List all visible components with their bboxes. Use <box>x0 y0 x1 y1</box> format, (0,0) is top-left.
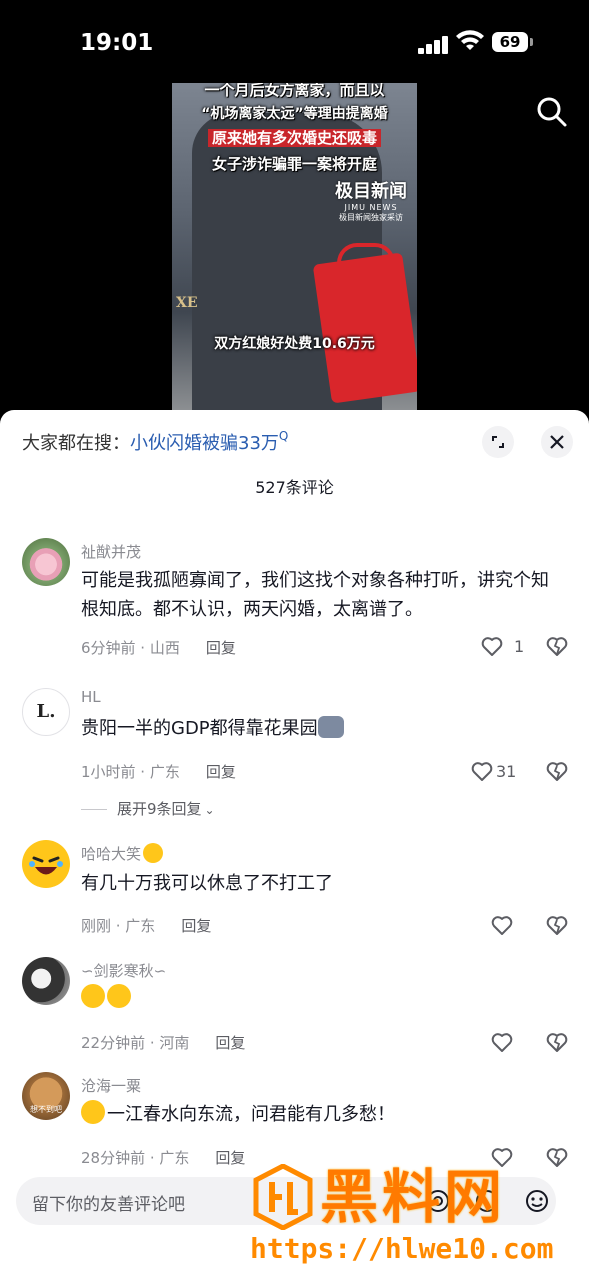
avatar[interactable] <box>22 957 70 1005</box>
heart-icon <box>471 762 493 781</box>
comment-text: 可能是我孤陋寡闻了，我们这找个对象各种打听，讲究个知根知底。都不认识，两天闪婚，… <box>81 570 549 620</box>
dislike-icon[interactable] <box>545 635 569 659</box>
comment-username-text: 哈哈大笑 <box>81 845 142 863</box>
reply-button[interactable]: 回复 <box>181 917 211 935</box>
comment-username[interactable]: HL <box>81 688 101 706</box>
video-brand-logo: 极目新闻 JIMU NEWS 极目新闻独家采访 <box>330 181 412 223</box>
avatar[interactable]: 想不到吧 <box>22 1072 70 1120</box>
close-button[interactable] <box>541 426 573 458</box>
grin-emoji-icon <box>143 843 164 863</box>
watermark-logo-icon <box>253 1164 313 1230</box>
laughing-face-icon <box>29 856 63 875</box>
reply-button[interactable]: 回复 <box>215 1034 245 1052</box>
video-caption-3-wrap: 原来她有多次婚史还吸毒 <box>172 127 417 149</box>
reply-button[interactable]: 回复 <box>206 763 236 781</box>
comment-time-location: 1小时前 · 广东 <box>81 763 180 781</box>
hot-search[interactable]: 大家都在搜：小伙闪婚被骗33万Q <box>22 429 288 455</box>
video-frame-bag <box>312 252 417 404</box>
like-count: 1 <box>514 637 525 656</box>
comment-meta: 28分钟前 · 广东 回复 <box>81 1147 245 1168</box>
watermark-url: https://hlwe10.com <box>250 1232 554 1265</box>
close-icon <box>550 435 564 449</box>
crying-laughing-emoji-icon <box>81 1100 105 1124</box>
video-caption-2: “机场离家太远”等理由提离婚 <box>201 106 388 122</box>
video-caption-1: 一个月后女方离家，而且以 <box>204 83 385 99</box>
comment-meta: 6分钟前 · 山西 回复 <box>81 637 236 658</box>
hot-search-q-icon: Q <box>278 429 289 443</box>
expand-replies-label: 展开9条回复 <box>117 800 202 818</box>
battery-tip <box>530 38 533 46</box>
dislike-icon[interactable] <box>545 1031 569 1055</box>
comment-time-location: 28分钟前 · 广东 <box>81 1149 190 1167</box>
comment-username[interactable]: 沧海一粟 <box>81 1075 141 1096</box>
like-button[interactable]: 31 <box>470 760 530 784</box>
heart-icon <box>481 637 503 656</box>
comment-text-body: 贵阳一半的GDP都得靠花果园 <box>81 718 318 739</box>
comment-input-placeholder: 留下你的友善评论吧 <box>32 1195 185 1215</box>
husky-emoji-icon <box>317 716 344 738</box>
crying-laughing-emoji-icon <box>81 984 105 1008</box>
comment-text <box>81 984 561 1013</box>
hot-search-keyword[interactable]: 小伙闪婚被骗33万 <box>130 433 279 454</box>
comment-meta: 刚刚 · 广东 回复 <box>81 915 211 936</box>
avatar[interactable] <box>22 840 70 888</box>
comment-time-location: 6分钟前 · 山西 <box>81 639 180 657</box>
divider <box>81 809 107 810</box>
video-fee-caption: 双方红娘好处费10.6万元 <box>214 336 375 352</box>
watermark: 黑料网 https://hlwe10.com <box>250 1160 585 1280</box>
crying-laughing-emoji-icon <box>107 984 131 1008</box>
watermark-title: 黑料网 <box>320 1163 507 1231</box>
comment-meta: 22分钟前 · 河南 回复 <box>81 1032 245 1053</box>
video-caption-3: 原来她有多次婚史还吸毒 <box>207 129 381 147</box>
comment-text: 贵阳一半的GDP都得靠花果园 <box>81 714 561 743</box>
heart-icon <box>491 1033 513 1052</box>
avatar-text: 想不到吧 <box>30 1105 62 1114</box>
like-count: 31 <box>496 762 517 781</box>
wind-deco-icon: ∽ <box>153 962 167 980</box>
hot-search-prefix: 大家都在搜： <box>22 433 130 454</box>
comment-username[interactable]: ∽剑影寒秋∽ <box>81 960 166 981</box>
dislike-icon[interactable] <box>545 760 569 784</box>
video-caption-4: 女子涉诈骗罪一案将开庭 <box>211 155 377 173</box>
expand-icon <box>492 436 504 448</box>
comment-username-text: 剑影寒秋 <box>93 962 154 980</box>
reply-button[interactable]: 回复 <box>206 639 236 657</box>
status-bar: 19:01 69 <box>0 0 589 84</box>
video-player[interactable]: XE 一个月后女方离家，而且以 “机场离家太远”等理由提离婚 原来她有多次婚史还… <box>172 83 417 410</box>
like-button[interactable]: 1 <box>480 635 540 659</box>
video-brand: 极目新闻 <box>335 181 407 202</box>
comment-time-location: 22分钟前 · 河南 <box>81 1034 190 1052</box>
wind-deco-icon: ∽ <box>81 962 94 980</box>
battery-icon: 69 <box>492 32 528 52</box>
comment-text-body: 一江春水向东流，问君能有几多愁！ <box>107 1104 395 1125</box>
comment-username[interactable]: 哈哈大笑 <box>81 843 165 864</box>
comments-sheet: 大家都在搜：小伙闪婚被骗33万Q 527条评论 祉猷并茂 可能是我孤陋寡闻了，我… <box>0 410 589 1280</box>
like-button[interactable] <box>490 914 550 938</box>
avatar[interactable] <box>22 538 70 586</box>
comment-text: 一江春水向东流，问君能有几多愁！ <box>81 1100 561 1129</box>
comment-username[interactable]: 祉猷并茂 <box>81 541 141 562</box>
comment-text: 有几十万我可以休息了不打工了 <box>81 873 333 894</box>
video-bag-text: XE <box>176 295 198 311</box>
video-brand-en: JIMU NEWS <box>344 203 398 212</box>
avatar[interactable]: L. <box>22 688 70 736</box>
expand-replies[interactable]: 展开9条回复 ⌄ <box>81 798 215 819</box>
video-brand-note: 极目新闻独家采访 <box>339 213 403 222</box>
expand-button[interactable] <box>482 426 514 458</box>
status-time: 19:01 <box>80 30 154 56</box>
comment-count: 527条评论 <box>255 478 334 497</box>
avatar-text: L. <box>36 701 56 722</box>
comment-time-location: 刚刚 · 广东 <box>81 917 156 935</box>
like-button[interactable] <box>490 1031 550 1055</box>
reply-button[interactable]: 回复 <box>215 1149 245 1167</box>
search-icon[interactable] <box>536 96 568 128</box>
dislike-icon[interactable] <box>545 914 569 938</box>
comment-meta: 1小时前 · 广东 回复 <box>81 761 236 782</box>
chevron-down-icon: ⌄ <box>204 803 215 817</box>
heart-icon <box>491 916 513 935</box>
wifi-icon <box>456 30 484 50</box>
cellular-signal-icon <box>418 32 450 54</box>
